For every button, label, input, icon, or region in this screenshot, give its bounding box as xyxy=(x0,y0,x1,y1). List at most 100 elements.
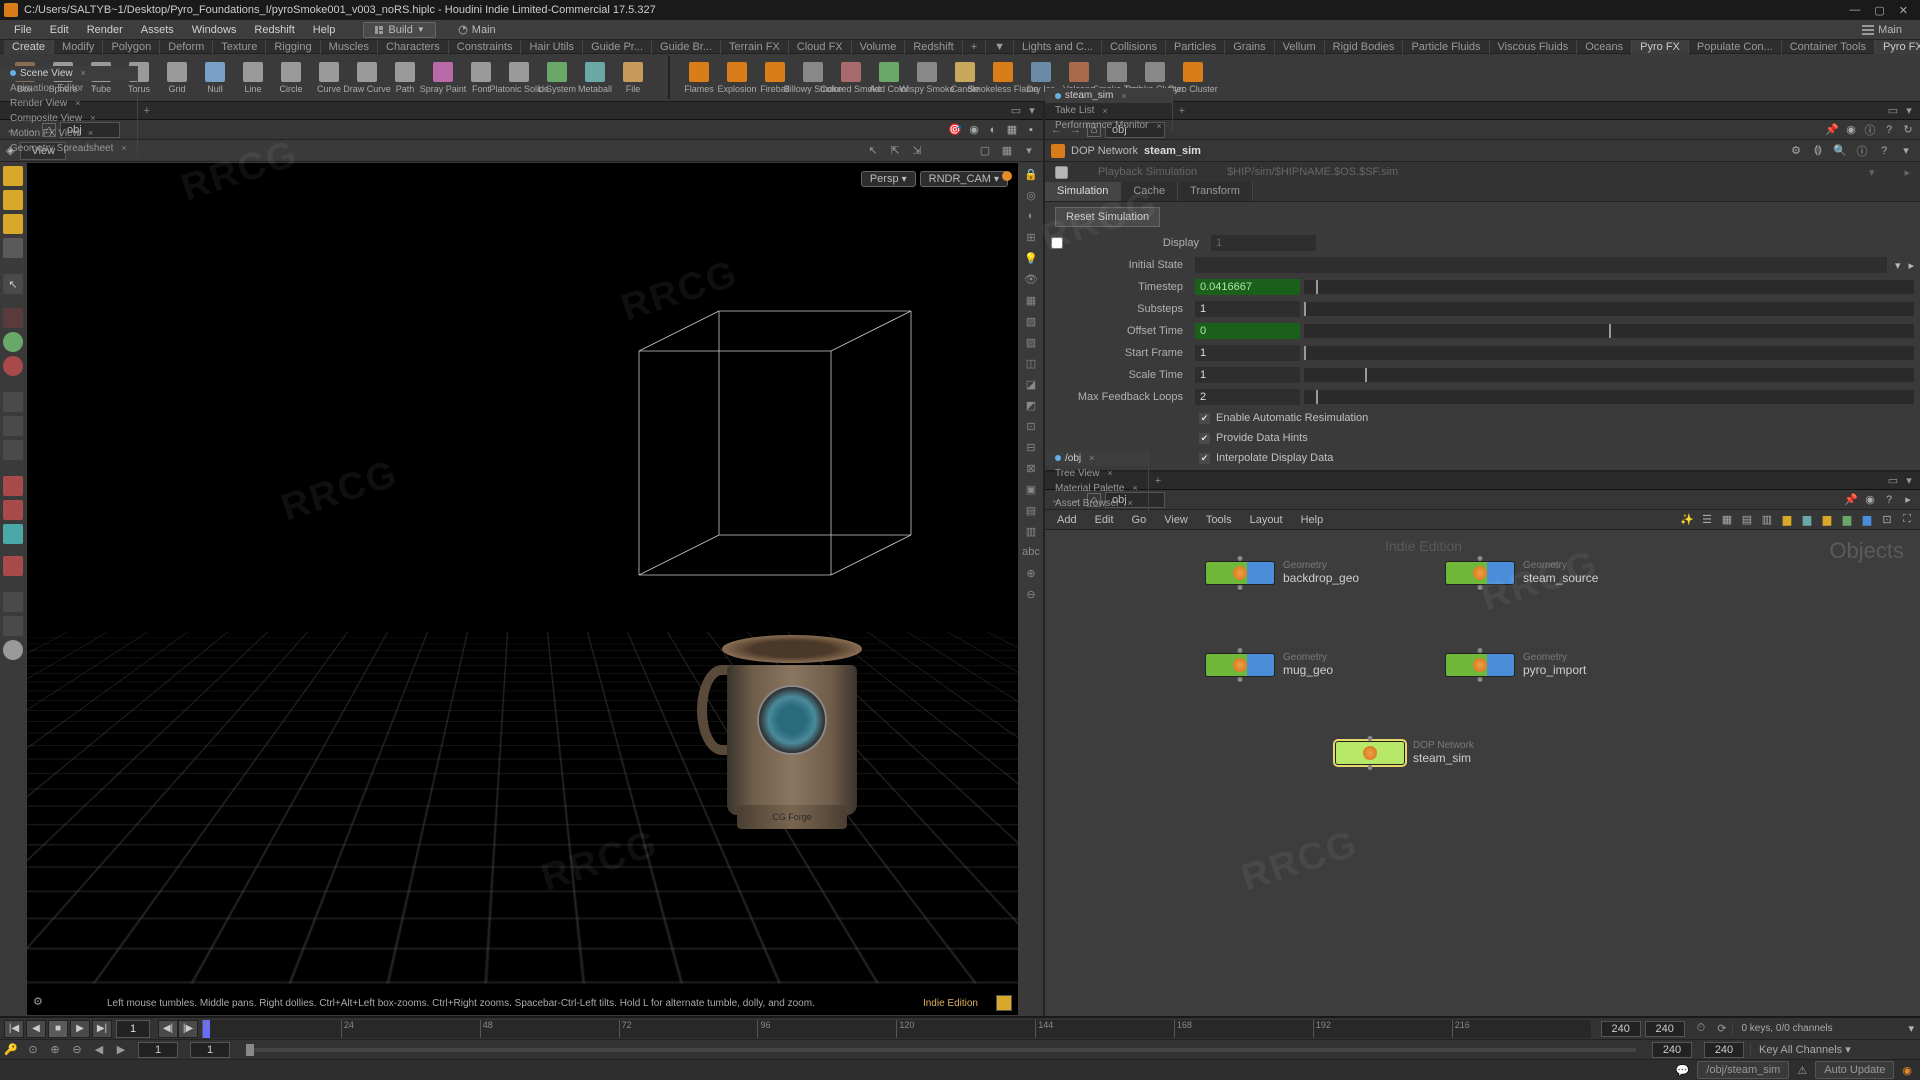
network-node[interactable]: DOP Networksteam_sim xyxy=(1335,740,1474,765)
chat-icon[interactable]: 💬 xyxy=(1676,1064,1690,1077)
timeline-ruler[interactable]: 124487296120144168192216240 xyxy=(202,1020,1591,1038)
global-end-field[interactable] xyxy=(190,1042,230,1058)
pane-tab[interactable]: Scene View× xyxy=(0,66,138,81)
menu-edit[interactable]: Edit xyxy=(42,22,77,38)
render-icon[interactable]: 🎯 xyxy=(947,122,963,138)
sel-mode2-icon[interactable]: ⇱ xyxy=(887,143,903,159)
align-icon[interactable]: ▤ xyxy=(1739,512,1755,528)
key-all-dropdown[interactable]: Key All Channels ▾ xyxy=(1750,1043,1920,1056)
follow-icon[interactable]: ◉ xyxy=(1843,122,1859,138)
shelf-tab[interactable]: Collisions xyxy=(1102,40,1166,54)
uv-tool-icon[interactable] xyxy=(3,440,23,460)
radial-menu[interactable]: Main xyxy=(458,24,496,36)
pane-menu-icon[interactable]: ▾ xyxy=(1025,104,1039,118)
disp-e-icon[interactable]: ◪ xyxy=(1023,376,1039,392)
lock-icon[interactable]: 🔒 xyxy=(1023,166,1039,182)
snap3-icon[interactable]: ▾ xyxy=(1021,143,1037,159)
interp-checkbox[interactable]: ✔ xyxy=(1199,453,1210,464)
menu-file[interactable]: File xyxy=(6,22,40,38)
scaletime-field[interactable]: 1 xyxy=(1195,367,1300,383)
layout-icon[interactable]: ▸ xyxy=(1900,492,1916,508)
shelf-tab[interactable]: Vellum xyxy=(1275,40,1325,54)
shelf-tab[interactable]: Create xyxy=(4,40,54,54)
shelf-tab[interactable]: Lights and C... xyxy=(1014,40,1102,54)
autokey-icon[interactable]: 🔑 xyxy=(2,1042,20,1058)
snap-point-icon[interactable] xyxy=(3,476,23,496)
shelf-tool[interactable]: Explosion xyxy=(720,62,754,94)
take-selector[interactable]: Main xyxy=(1850,24,1914,36)
refresh-icon[interactable]: ↻ xyxy=(1900,122,1916,138)
net-go[interactable]: Go xyxy=(1124,512,1155,528)
tab-add-param[interactable]: + xyxy=(1173,103,1191,119)
wand-icon[interactable]: ✨ xyxy=(1679,512,1695,528)
chevron-down-icon[interactable]: ▾ xyxy=(1891,259,1905,272)
shelf-tab[interactable]: Volume xyxy=(852,40,906,54)
viewport[interactable]: CG Forge Persp ▾ RNDR_CAM ▾ Left mouse t… xyxy=(27,163,1018,1015)
tab-add-net[interactable]: + xyxy=(1149,473,1167,489)
realtime-icon[interactable]: ⏱ xyxy=(1691,1022,1712,1035)
help-icon[interactable]: ? xyxy=(1881,492,1897,508)
geo-tool-icon[interactable] xyxy=(3,332,23,352)
scope5-icon[interactable]: ▶ xyxy=(112,1042,130,1058)
reset-simulation-button[interactable]: Reset Simulation xyxy=(1055,207,1160,227)
shelf-tool[interactable]: Pyro Cluster xyxy=(1176,62,1210,94)
gear-icon[interactable]: ⚙ xyxy=(1788,143,1804,159)
menu-assets[interactable]: Assets xyxy=(133,22,182,38)
next-key-button[interactable]: |▶ xyxy=(178,1020,198,1038)
menu-render[interactable]: Render xyxy=(79,22,131,38)
menu-redshift[interactable]: Redshift xyxy=(246,22,302,38)
persp-menu[interactable]: Persp ▾ xyxy=(861,171,916,187)
tab-cache[interactable]: Cache xyxy=(1121,182,1178,201)
pane-tab[interactable]: Asset Browser× xyxy=(1045,496,1149,511)
pane-max-icon[interactable]: ▭ xyxy=(1886,474,1900,488)
close-icon[interactable]: × xyxy=(1089,453,1094,463)
shelf-tab[interactable]: Oceans xyxy=(1577,40,1632,54)
pin-icon[interactable]: 📌 xyxy=(1843,492,1859,508)
flipbook-icon[interactable]: ▦ xyxy=(1004,122,1020,138)
shelf-tool[interactable]: Circle xyxy=(274,62,308,94)
shelf-tab[interactable]: Terrain FX xyxy=(721,40,789,54)
disp-j-icon[interactable]: ▣ xyxy=(1023,481,1039,497)
help2-icon[interactable]: ? xyxy=(1876,143,1892,159)
disp-n-icon[interactable]: ⊕ xyxy=(1023,565,1039,581)
shelf-tab[interactable]: Rigid Bodies xyxy=(1325,40,1404,54)
sel-mode-icon[interactable]: ↖ xyxy=(865,143,881,159)
construct3-icon[interactable] xyxy=(3,640,23,660)
color-icon[interactable]: ▆ xyxy=(1779,512,1795,528)
shelf-tab[interactable]: Guide Pr... xyxy=(583,40,652,54)
close-icon[interactable]: × xyxy=(1102,106,1107,116)
close-icon[interactable]: × xyxy=(121,143,126,153)
tab-add[interactable]: + xyxy=(138,103,156,119)
pane-menu-icon[interactable]: ▾ xyxy=(1902,104,1916,118)
disp-g-icon[interactable]: ⊡ xyxy=(1023,418,1039,434)
shelf-tool[interactable]: Platonic Solids xyxy=(502,62,536,94)
network-node[interactable]: Geometrybackdrop_geo xyxy=(1205,560,1359,585)
shelf-tab[interactable]: Pyro FX xyxy=(1875,40,1920,54)
snapshot-icon[interactable]: ◉ xyxy=(966,122,982,138)
shelf-tool[interactable]: Smokeless Flame xyxy=(986,62,1020,94)
ipr-icon[interactable]: ◐ xyxy=(985,122,1001,138)
net-add[interactable]: Add xyxy=(1049,512,1085,528)
shelf-tab[interactable]: Pyro FX xyxy=(1632,40,1689,54)
close-icon[interactable]: × xyxy=(1132,483,1137,493)
net-edit[interactable]: Edit xyxy=(1087,512,1122,528)
sel-mode3-icon[interactable]: ⇲ xyxy=(909,143,925,159)
first-frame-button[interactable]: |◀ xyxy=(4,1020,24,1038)
select-tool-icon[interactable] xyxy=(3,166,23,186)
shelf-tool[interactable]: Line xyxy=(236,62,270,94)
display-toggle-icon[interactable] xyxy=(996,995,1012,1011)
pane-tab[interactable]: Animation Editor× xyxy=(0,81,138,96)
shelf-tab[interactable]: Particle Fluids xyxy=(1403,40,1489,54)
disp-k-icon[interactable]: ▤ xyxy=(1023,502,1039,518)
pane-tab[interactable]: Performance Monitor× xyxy=(1045,118,1173,133)
desktop-selector[interactable]: Build ▼ xyxy=(363,22,435,38)
last-frame-button[interactable]: ▶| xyxy=(92,1020,112,1038)
feedback-field[interactable]: 2 xyxy=(1195,389,1300,405)
tab-simulation[interactable]: Simulation xyxy=(1045,182,1121,201)
scope2-icon[interactable]: ⊕ xyxy=(46,1042,64,1058)
startframe-slider[interactable] xyxy=(1304,346,1914,360)
network-node[interactable]: Geometrypyro_import xyxy=(1445,652,1586,677)
list-icon[interactable]: ☰ xyxy=(1699,512,1715,528)
prev-key-button[interactable]: ◀| xyxy=(158,1020,178,1038)
data-hints-checkbox[interactable]: ✔ xyxy=(1199,433,1210,444)
